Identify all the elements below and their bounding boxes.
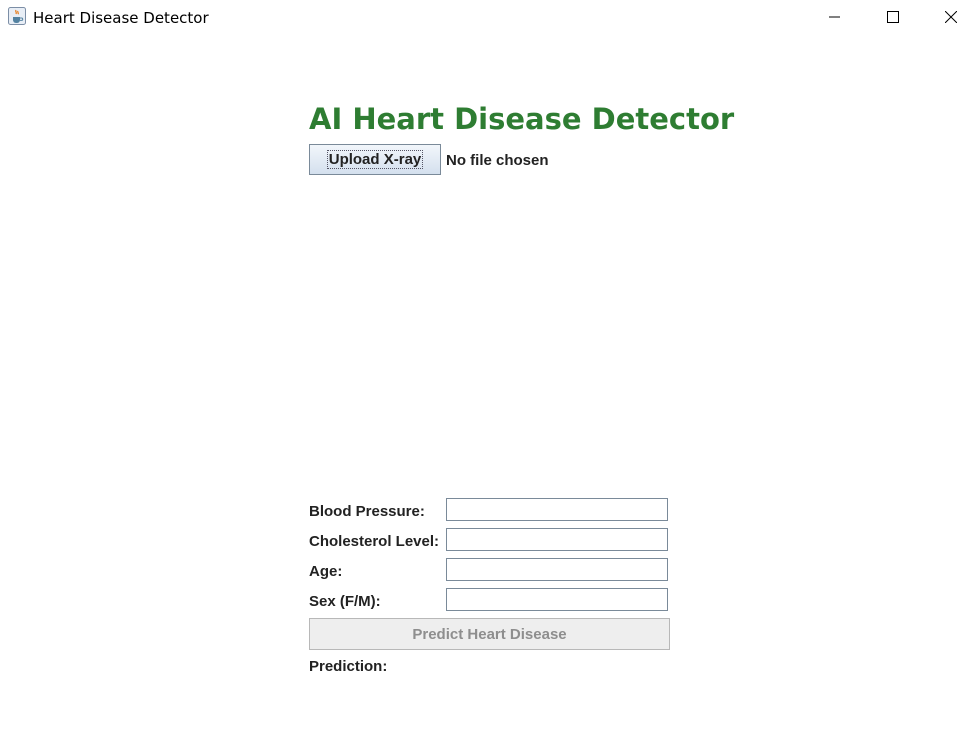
prediction-label: Prediction: <box>309 658 387 675</box>
close-button[interactable] <box>922 0 980 34</box>
blood-pressure-label: Blood Pressure: <box>309 503 425 520</box>
upload-xray-button[interactable]: Upload X-ray <box>309 144 441 175</box>
close-icon <box>945 11 957 23</box>
age-label: Age: <box>309 563 343 580</box>
page-title: AI Heart Disease Detector <box>309 102 735 136</box>
blood-pressure-input[interactable] <box>446 498 668 521</box>
maximize-button[interactable] <box>864 0 922 34</box>
predict-button-label: Predict Heart Disease <box>412 625 567 643</box>
predict-heart-disease-button[interactable]: Predict Heart Disease <box>309 618 670 650</box>
title-bar[interactable]: Heart Disease Detector <box>0 0 980 34</box>
sex-label: Sex (F/M): <box>309 593 381 610</box>
cholesterol-level-label: Cholesterol Level: <box>309 533 440 550</box>
minimize-icon <box>829 16 840 18</box>
maximize-icon <box>887 11 899 23</box>
upload-button-label: Upload X-ray <box>326 150 424 169</box>
window-title: Heart Disease Detector <box>33 9 209 27</box>
sex-input[interactable] <box>446 588 668 611</box>
age-input[interactable] <box>446 558 668 581</box>
prediction-label-text: Prediction: <box>309 658 388 675</box>
minimize-button[interactable] <box>806 0 864 34</box>
cholesterol-level-input[interactable] <box>446 528 668 551</box>
java-cup-icon <box>8 7 26 25</box>
file-status-label: No file chosen <box>446 152 549 169</box>
